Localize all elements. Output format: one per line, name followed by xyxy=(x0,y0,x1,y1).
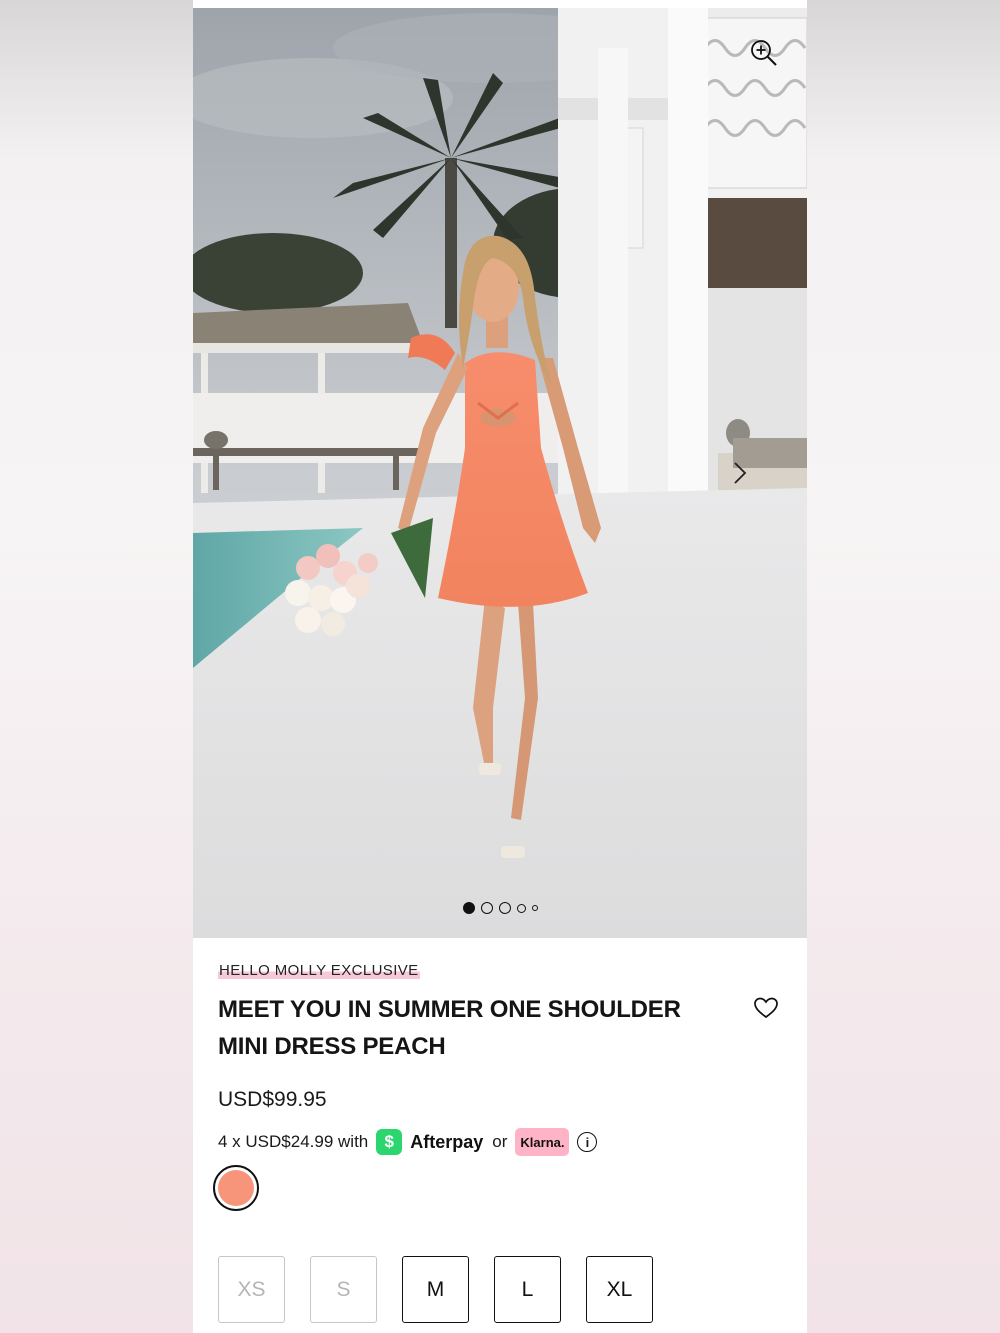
wishlist-button[interactable] xyxy=(751,994,781,1022)
color-swatch-peach[interactable] xyxy=(213,1165,259,1211)
product-photo xyxy=(193,8,807,938)
carousel-dot[interactable] xyxy=(462,902,475,914)
size-option[interactable]: L xyxy=(494,1256,561,1323)
carousel-dots xyxy=(193,901,807,915)
info-icon[interactable]: i xyxy=(577,1132,598,1152)
size-option[interactable]: XS xyxy=(218,1256,285,1323)
zoom-button[interactable] xyxy=(747,36,781,70)
carousel-dot[interactable] xyxy=(516,903,526,913)
klarna-badge: Klarna. xyxy=(515,1128,570,1156)
product-image-carousel[interactable] xyxy=(193,8,807,938)
product-title-line: MINI DRESS PEACH xyxy=(218,1033,446,1060)
product-title: MEET YOU IN SUMMER ONE SHOULDER MINI DRE… xyxy=(218,991,718,1065)
zoom-in-icon xyxy=(751,40,777,66)
heart-icon xyxy=(754,997,778,1019)
product-page: HELLO MOLLY EXCLUSIVE MEET YOU IN SUMMER… xyxy=(193,0,807,1333)
size-option[interactable]: S xyxy=(310,1256,377,1323)
or-text: or xyxy=(492,1132,508,1151)
color-swatch-fill xyxy=(218,1170,254,1206)
carousel-dot[interactable] xyxy=(480,902,493,914)
exclusive-tag: HELLO MOLLY EXCLUSIVE xyxy=(218,962,420,979)
installments-text: 4 x USD$24.99 with xyxy=(218,1132,369,1151)
size-option[interactable]: M xyxy=(402,1256,469,1323)
product-title-line: MEET YOU IN SUMMER ONE SHOULDER xyxy=(218,996,681,1023)
chevron-right-icon xyxy=(734,462,747,484)
installments-row: 4 x USD$24.99 with $ Afterpay or Klarna.… xyxy=(218,1127,598,1157)
product-price: USD$99.95 xyxy=(218,1088,327,1111)
afterpay-icon: $ xyxy=(376,1129,403,1155)
carousel-dot[interactable] xyxy=(498,902,511,914)
size-option[interactable]: XL xyxy=(586,1256,653,1323)
next-image-button[interactable] xyxy=(725,456,755,490)
size-selector: XS S M L XL xyxy=(218,1256,653,1323)
carousel-dot[interactable] xyxy=(531,905,538,911)
afterpay-label: Afterpay xyxy=(410,1131,484,1152)
